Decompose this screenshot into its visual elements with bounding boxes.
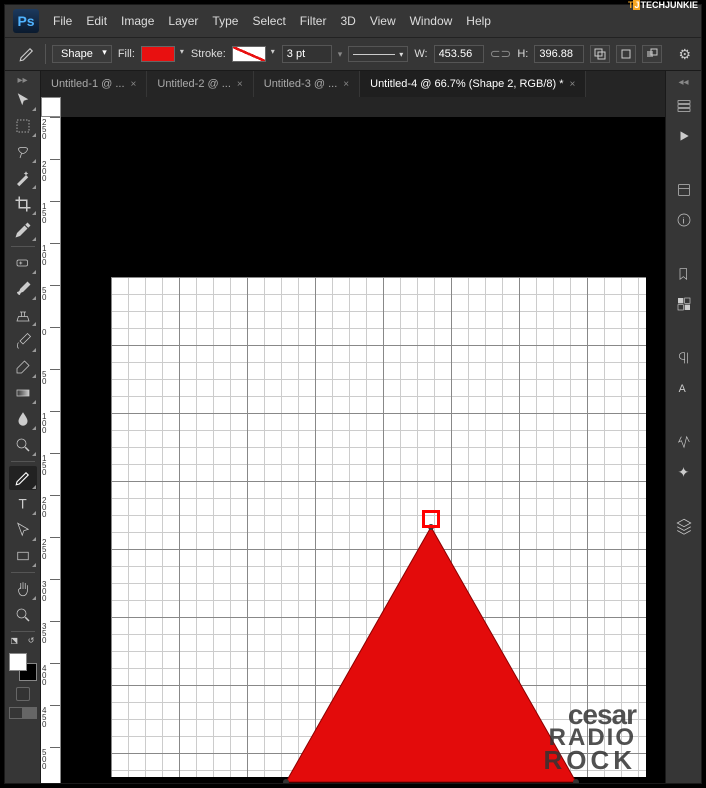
pen-tool[interactable] [9,466,37,490]
lasso-tool[interactable] [9,140,37,164]
swatches-panel-icon[interactable] [672,292,696,316]
play-panel-icon[interactable] [672,124,696,148]
svg-text:i: i [682,215,684,225]
close-icon[interactable]: × [131,79,137,90]
menu-filter[interactable]: Filter [300,14,327,28]
svg-text:A: A [678,383,686,395]
character-panel-icon[interactable]: A [672,376,696,400]
dodge-tool[interactable] [9,433,37,457]
stroke-weight-input[interactable] [282,45,332,63]
quick-mask-toggle[interactable] [16,687,30,701]
options-bar: Shape Fill: Stroke: ▾ ▾ W: ⊂⊃ H: ⚙ [5,37,701,71]
workspace: ▸▸ T ⬔↺ [5,71,701,783]
menu-help[interactable]: Help [466,14,491,28]
tab-untitled-4[interactable]: Untitled-4 @ 66.7% (Shape 2, RGB/8) *× [360,71,586,97]
close-icon[interactable]: × [570,79,576,90]
menu-file[interactable]: File [53,14,72,28]
toolbar-collapse-icon[interactable]: ▸▸ [17,75,27,86]
zoom-tool[interactable] [9,603,37,627]
menu-edit[interactable]: Edit [86,14,107,28]
fill-label: Fill: [118,48,135,60]
history-panel-icon[interactable] [672,94,696,118]
menu-select[interactable]: Select [252,14,285,28]
path-selection-tool[interactable] [9,518,37,542]
magic-wand-tool[interactable] [9,166,37,190]
gear-icon[interactable]: ⚙ [678,46,691,63]
clone-stamp-tool[interactable] [9,303,37,327]
swap-colors-icon[interactable]: ⬔↺ [11,636,35,645]
stroke-swatch[interactable] [232,46,266,62]
document-area: Untitled-1 @ ...× Untitled-2 @ ...× Unti… [41,71,665,783]
menu-3d[interactable]: 3D [340,14,355,28]
hand-tool[interactable] [9,577,37,601]
paragraph-panel-icon[interactable] [672,346,696,370]
menu-image[interactable]: Image [121,14,154,28]
layers-panel-icon[interactable] [672,514,696,538]
info-panel-icon[interactable]: i [672,208,696,232]
crop-tool[interactable] [9,192,37,216]
width-input[interactable] [434,45,484,63]
menu-type[interactable]: Type [212,14,238,28]
path-alignment-button[interactable] [616,45,636,63]
eraser-tool[interactable] [9,355,37,379]
height-label: H: [517,48,528,60]
path-arrangement-button[interactable] [642,45,662,63]
screen-mode-toggle[interactable] [9,707,37,719]
stroke-weight-dropdown-icon[interactable]: ▾ [338,49,343,60]
watermark-techjunkie: TJTECHJUNKIE [628,0,698,10]
stroke-style-dropdown[interactable]: ▾ [348,46,408,62]
color-panel-icon[interactable] [672,262,696,286]
anchor-point-selection[interactable] [422,510,440,528]
ruler-origin[interactable] [41,97,61,117]
canvas-viewport[interactable]: cesar RADIO ROCK [61,117,665,783]
ps-logo[interactable]: Ps [13,9,39,33]
close-icon[interactable]: × [237,79,243,90]
menu-window[interactable]: Window [410,14,453,28]
path-operations-button[interactable] [590,45,610,63]
history-brush-tool[interactable] [9,329,37,353]
tools-panel: ▸▸ T ⬔↺ [5,71,41,783]
blur-tool[interactable] [9,407,37,431]
brush-tool[interactable] [9,277,37,301]
height-input[interactable] [534,45,584,63]
tool-mode-dropdown[interactable]: Shape [52,45,112,63]
marquee-tool[interactable] [9,114,37,138]
triangle-shape[interactable] [281,522,581,783]
rectangle-tool[interactable] [9,544,37,568]
properties-panel-icon[interactable] [672,178,696,202]
type-tool[interactable]: T [9,492,37,516]
vertical-ruler[interactable]: 2502001501005005010015020025030035040045… [41,117,61,783]
stroke-label: Stroke: [191,48,226,60]
panel-expand-icon[interactable]: ◂◂ [678,77,688,88]
menu-bar: Ps File Edit Image Layer Type Select Fil… [5,5,701,37]
link-icon[interactable]: ⊂⊃ [490,46,512,62]
document-tabs: Untitled-1 @ ...× Untitled-2 @ ...× Unti… [41,71,665,97]
pen-tool-icon[interactable] [15,44,39,64]
tab-untitled-3[interactable]: Untitled-3 @ ...× [254,71,360,97]
canvas: cesar RADIO ROCK [111,277,646,777]
menu-layer[interactable]: Layer [168,14,198,28]
healing-brush-tool[interactable] [9,251,37,275]
tab-untitled-2[interactable]: Untitled-2 @ ...× [147,71,253,97]
close-icon[interactable]: × [343,79,349,90]
app-window: Ps File Edit Image Layer Type Select Fil… [4,4,702,784]
move-tool[interactable] [9,88,37,112]
watermark-cesar: cesar RADIO ROCK [543,702,636,772]
styles-panel-icon[interactable]: ✦ [672,460,696,484]
svg-text:T: T [18,497,26,512]
adjustments-panel-icon[interactable] [672,430,696,454]
color-swatches[interactable] [9,653,37,681]
menu-view[interactable]: View [370,14,396,28]
eyedropper-tool[interactable] [9,218,37,242]
fill-swatch[interactable] [141,46,175,62]
tab-untitled-1[interactable]: Untitled-1 @ ...× [41,71,147,97]
width-label: W: [414,48,427,60]
collapsed-panels: ◂◂ i A ✦ [665,71,701,783]
gradient-tool[interactable] [9,381,37,405]
